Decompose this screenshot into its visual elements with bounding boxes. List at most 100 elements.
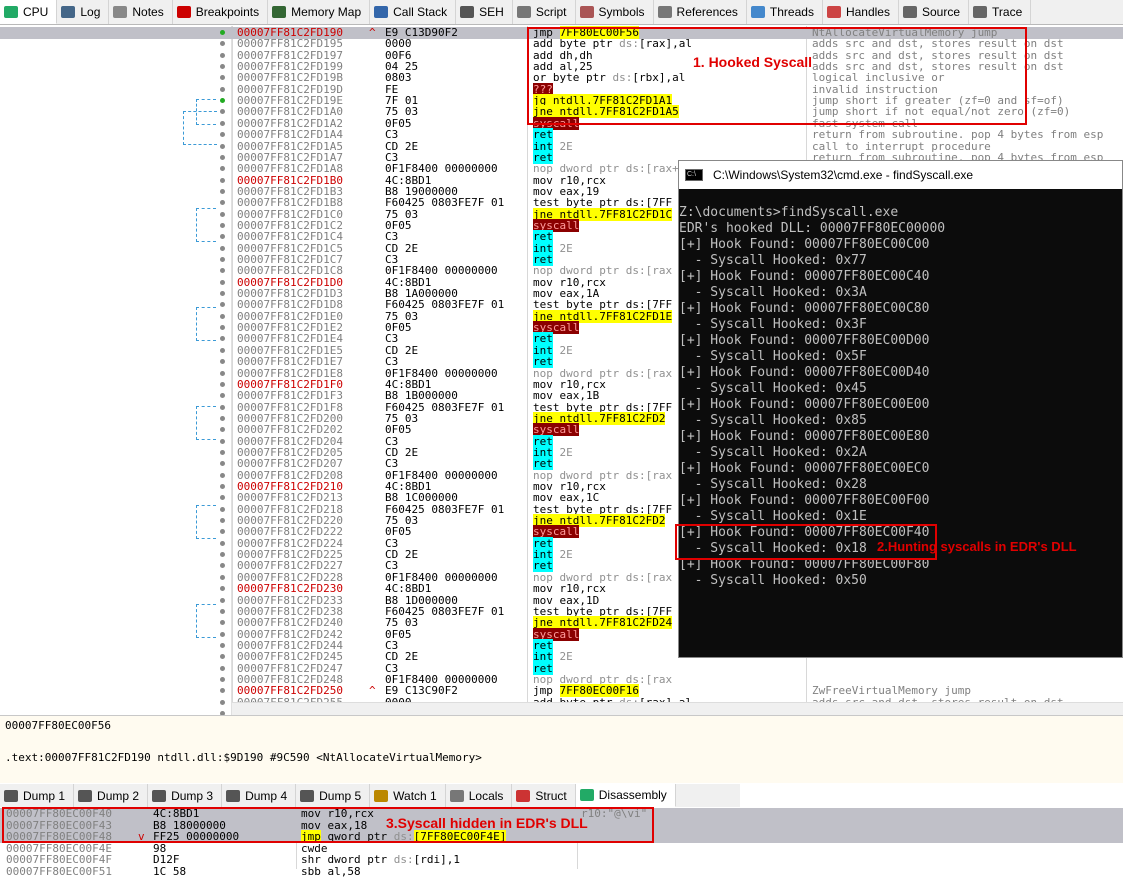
breakpoint-dot[interactable] <box>220 98 225 104</box>
disasm-row[interactable]: 00007FF80EC00F51 1C 58 sbb al,58 <box>0 865 1123 878</box>
breakpoint-dot[interactable] <box>220 427 225 433</box>
row-bytes: B8 1B000000 <box>385 389 458 403</box>
breakpoint-dot[interactable] <box>220 336 225 342</box>
breakpoint-dot[interactable] <box>220 506 225 512</box>
breakpoint-dot[interactable] <box>220 518 225 524</box>
breakpoint-dot[interactable] <box>220 597 225 603</box>
breakpoint-dot[interactable] <box>220 642 225 648</box>
bottom-tab-dump-3[interactable]: Dump 3 <box>148 784 223 807</box>
top-tab-cpu[interactable]: CPU <box>0 0 58 24</box>
breakpoint-dot[interactable] <box>220 86 225 92</box>
breakpoint-dot[interactable] <box>220 472 225 478</box>
breakpoint-dot[interactable] <box>220 631 225 637</box>
breakpoint-dot[interactable] <box>220 529 225 535</box>
top-tab-symbols[interactable]: Symbols <box>576 0 654 24</box>
breakpoint-dot[interactable] <box>220 75 225 81</box>
bottom-tab-dump-5[interactable]: Dump 5 <box>296 784 371 807</box>
breakpoint-dot[interactable] <box>220 234 225 240</box>
breakpoint-dot[interactable] <box>220 449 225 455</box>
breakpoint-dot[interactable] <box>220 586 225 592</box>
breakpoint-dot[interactable] <box>220 302 225 308</box>
breakpoint-dot[interactable] <box>220 132 225 138</box>
breakpoint-dot[interactable] <box>220 245 225 251</box>
breakpoint-dot[interactable] <box>220 166 225 172</box>
breakpoint-dot[interactable] <box>220 222 225 228</box>
breakpoint-dot[interactable] <box>220 574 225 580</box>
disasm-row[interactable]: 00007FF80EC00F4F D12F shr dword ptr ds:[rd… <box>0 854 1123 866</box>
breakpoint-dot[interactable] <box>220 211 225 217</box>
top-tab-trace[interactable]: Trace <box>969 0 1032 24</box>
breakpoint-dot[interactable] <box>220 484 225 489</box>
top-tab-references[interactable]: References <box>654 0 747 24</box>
top-tab-source[interactable]: Source <box>899 0 970 24</box>
breakpoint-dot[interactable] <box>220 120 225 126</box>
top-tab-notes[interactable]: Notes <box>109 0 173 24</box>
breakpoint-dot[interactable] <box>220 313 225 319</box>
breakpoint-dot[interactable] <box>220 359 225 365</box>
breakpoint-dot[interactable] <box>220 665 225 671</box>
top-tab-threads[interactable]: Threads <box>747 0 823 24</box>
breakpoint-dot[interactable] <box>220 688 225 694</box>
breakpoint-dot[interactable] <box>220 188 225 194</box>
breakpoint-dot[interactable] <box>220 608 225 614</box>
dump-disassembly-view[interactable]: 00007FF80EC00F40 4C:8BD1 mov r10,rcx r10:"@… <box>0 807 1123 877</box>
breakpoint-dot[interactable] <box>220 347 225 353</box>
breakpoint-dot[interactable] <box>220 200 225 206</box>
top-tab-log[interactable]: Log <box>57 0 110 24</box>
horizontal-scrollbar[interactable] <box>232 702 1123 715</box>
breakpoint-dot[interactable] <box>220 257 225 262</box>
breakpoint-dot[interactable] <box>220 676 225 682</box>
breakpoint-dot[interactable] <box>220 64 225 70</box>
breakpoint-dot[interactable] <box>220 552 225 558</box>
top-tab-script[interactable]: Script <box>513 0 576 24</box>
breakpoint-dot[interactable] <box>220 291 225 297</box>
breakpoint-dot[interactable] <box>220 438 225 444</box>
cmd-title: C:\Windows\System32\cmd.exe - findSyscal… <box>713 168 974 182</box>
breakpoint-dot[interactable] <box>220 404 225 410</box>
breakpoint-dot[interactable] <box>220 52 225 58</box>
row-arrow: ^ <box>369 26 376 39</box>
instruction-part: 2E <box>552 139 573 153</box>
cmd-output-line: [+] Hook Found: 00007FF80EC00E00 <box>679 397 930 412</box>
breakpoint-dot[interactable] <box>220 30 225 35</box>
tab-label: Dump 5 <box>319 788 362 803</box>
breakpoint-dot[interactable] <box>220 109 225 115</box>
breakpoint-dot[interactable] <box>220 620 225 626</box>
breakpoint-dot[interactable] <box>220 461 225 467</box>
breakpoint-dot[interactable] <box>220 268 225 274</box>
bottom-tab-watch-1[interactable]: Watch 1 <box>370 784 446 807</box>
bottom-tab-dump-2[interactable]: Dump 2 <box>74 784 149 807</box>
breakpoint-dot[interactable] <box>220 654 225 660</box>
top-tab-call-stack[interactable]: Call Stack <box>370 0 457 24</box>
breakpoint-dot[interactable] <box>220 495 225 501</box>
breakpoint-dot[interactable] <box>220 325 225 331</box>
bottom-tab-dump-4[interactable]: Dump 4 <box>222 784 297 807</box>
row-address: 00007FF81C2FD1A4 <box>237 128 343 142</box>
cmd-window[interactable]: C:\ C:\Windows\System32\cmd.exe - findSys… <box>675 160 1123 658</box>
breakpoint-dot[interactable] <box>220 393 225 399</box>
bottom-tab-dump-1[interactable]: Dump 1 <box>0 784 75 807</box>
breakpoint-dot[interactable] <box>220 279 225 285</box>
breakpoint-dot[interactable] <box>220 370 225 376</box>
bottom-tab-locals[interactable]: Locals <box>446 784 513 807</box>
breakpoint-dot[interactable] <box>220 540 225 546</box>
top-tab-breakpoints[interactable]: Breakpoints <box>173 0 269 24</box>
row-bytes: C3 <box>385 355 399 369</box>
breakpoint-dot[interactable] <box>220 563 225 569</box>
info-location: .text:00007FF81C2FD190 ntdll.dll:$9D190 … <box>5 751 482 764</box>
bottom-tab-disassembly[interactable]: Disassembly <box>575 784 676 807</box>
top-tab-memory-map[interactable]: Memory Map <box>268 0 371 24</box>
breakpoint-dot[interactable] <box>220 41 225 47</box>
breakpoint-dot[interactable] <box>220 154 225 160</box>
bottom-tab-struct[interactable]: Struct <box>512 784 576 807</box>
breakpoint-dot[interactable] <box>220 415 225 421</box>
cmd-title-bar[interactable]: C:\ C:\Windows\System32\cmd.exe - findSys… <box>679 161 1122 189</box>
breakpoint-dot[interactable] <box>220 143 225 149</box>
row-bytes: 4C:8BD1 <box>385 582 432 596</box>
hunting-label: 2.Hunting syscalls in EDR's DLL <box>877 539 1077 554</box>
breakpoint-dot[interactable] <box>220 381 225 387</box>
breakpoint-dot[interactable] <box>220 699 225 705</box>
top-tab-seh[interactable]: SEH <box>456 0 513 24</box>
breakpoint-dot[interactable] <box>220 177 225 183</box>
top-tab-handles[interactable]: Handles <box>823 0 899 24</box>
